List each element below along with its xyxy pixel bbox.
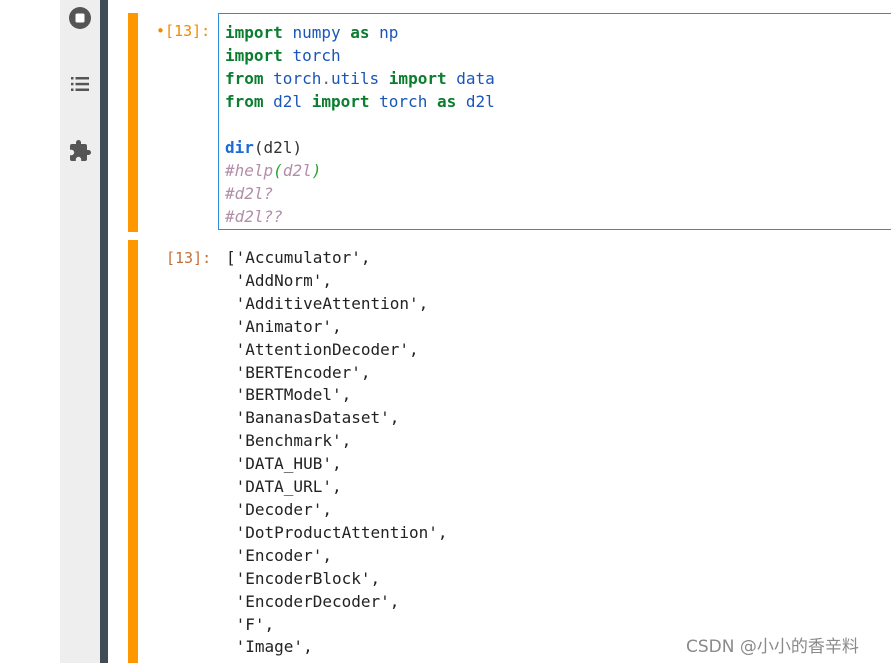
output-line: 'BERTModel', bbox=[226, 385, 352, 405]
code-token: d2l bbox=[282, 161, 312, 180]
code-token: ( bbox=[273, 161, 283, 180]
code-token: from bbox=[225, 69, 264, 88]
code-token: numpy bbox=[292, 23, 341, 42]
output-line: 'DotProductAttention', bbox=[226, 522, 448, 542]
output-line: 'BananasDataset', bbox=[226, 408, 400, 428]
code-line[interactable]: dir(d2l) bbox=[225, 136, 495, 159]
input-cell-collapser[interactable] bbox=[128, 13, 138, 232]
code-token: ( bbox=[253, 138, 264, 157]
code-line[interactable]: #help(d2l) bbox=[225, 159, 495, 182]
code-line[interactable]: import numpy as np bbox=[225, 21, 495, 44]
code-line[interactable]: from d2l import torch as d2l bbox=[225, 90, 495, 113]
puzzle-icon[interactable] bbox=[68, 139, 92, 163]
output-line: 'Decoder', bbox=[226, 499, 332, 519]
output-prompt: [13]: bbox=[166, 249, 212, 267]
code-token: #d2l? bbox=[225, 184, 274, 203]
list-icon[interactable] bbox=[68, 72, 92, 96]
code-line[interactable] bbox=[225, 113, 495, 136]
output-line: 'AttentionDecoder', bbox=[226, 339, 419, 359]
code-line[interactable]: import torch bbox=[225, 44, 495, 67]
code-token: torch bbox=[292, 46, 341, 65]
code-token: from bbox=[225, 92, 264, 111]
output-line: ['Accumulator', bbox=[226, 248, 371, 267]
code-token: as bbox=[350, 23, 370, 42]
code-token: import bbox=[311, 92, 370, 111]
code-token: ) bbox=[311, 161, 322, 180]
code-editor[interactable]: import numpy as np import torch from torch… bbox=[218, 13, 891, 230]
code-line[interactable]: #d2l?? bbox=[225, 205, 495, 228]
code-token: import bbox=[388, 69, 447, 88]
code-token: as bbox=[436, 92, 457, 111]
input-prompt: •[13]: bbox=[156, 22, 211, 40]
page-margin bbox=[0, 0, 60, 663]
code-token: data bbox=[456, 69, 495, 88]
output-line: 'DATA_URL', bbox=[226, 477, 342, 497]
output-line: 'Image', bbox=[226, 637, 313, 657]
code-line[interactable]: #d2l? bbox=[225, 182, 495, 205]
output-line: 'Encoder', bbox=[226, 545, 332, 565]
output-line: 'Benchmark', bbox=[226, 431, 352, 451]
sidebar-divider bbox=[100, 0, 108, 663]
code-token: dir bbox=[225, 138, 254, 157]
code-token: d2l bbox=[273, 92, 303, 111]
code-token: torch bbox=[273, 69, 322, 88]
output-line: 'Animator', bbox=[226, 316, 342, 336]
code-token: d2l bbox=[263, 138, 293, 157]
code-token: torch bbox=[379, 92, 428, 111]
left-sidebar bbox=[60, 0, 100, 663]
output-line: 'BERTEncoder', bbox=[226, 362, 371, 382]
cell-output: ['Accumulator', 'AddNorm', 'AdditiveAtte… bbox=[226, 247, 448, 659]
output-line: 'DATA_HUB', bbox=[226, 454, 342, 474]
stop-icon[interactable] bbox=[68, 6, 92, 30]
output-line: 'EncoderBlock', bbox=[226, 568, 381, 588]
code-token: . bbox=[321, 69, 331, 88]
code-token: import bbox=[225, 46, 283, 65]
output-line: 'EncoderDecoder', bbox=[226, 591, 400, 611]
output-cell-collapser[interactable] bbox=[128, 240, 138, 663]
output-line: 'F', bbox=[226, 614, 275, 634]
output-line: 'AddNorm', bbox=[226, 270, 332, 290]
code-token: #d2l?? bbox=[225, 207, 283, 226]
code-line[interactable]: from torch.utils import data bbox=[225, 67, 495, 90]
code-token: ) bbox=[292, 138, 303, 157]
watermark: CSDN @小小的香辛料 bbox=[686, 637, 859, 657]
code-token: import bbox=[225, 23, 283, 42]
code-token: d2l bbox=[465, 92, 495, 111]
code-content[interactable]: import numpy as np import torch from torch… bbox=[225, 21, 495, 228]
code-token: np bbox=[379, 23, 399, 42]
code-token: #help bbox=[225, 161, 274, 180]
output-line: 'AdditiveAttention', bbox=[226, 293, 429, 313]
code-token: utils bbox=[330, 69, 380, 88]
